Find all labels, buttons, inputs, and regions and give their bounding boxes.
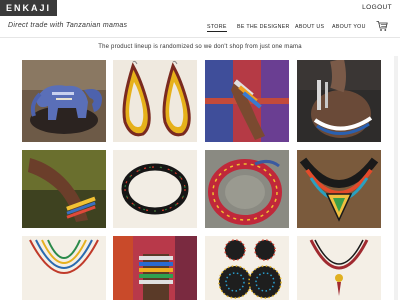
logout-link[interactable]: LOGOUT xyxy=(362,4,392,11)
product-image xyxy=(22,236,106,300)
product-image xyxy=(205,60,289,142)
product-image xyxy=(297,150,381,228)
nav-store[interactable]: STORE xyxy=(207,24,227,32)
product-tile-multicolor-necklace[interactable] xyxy=(297,150,381,228)
product-tile-teardrop-earrings[interactable] xyxy=(113,60,197,142)
nav-about-you[interactable]: ABOUT YOU xyxy=(332,24,366,30)
nav-be-the-designer[interactable]: BE THE DESIGNER xyxy=(237,24,290,30)
main-nav: STORE BE THE DESIGNER ABOUT US ABOUT YOU xyxy=(0,24,400,34)
product-tile-beaded-arm-bangles[interactable] xyxy=(205,60,289,142)
header-divider xyxy=(0,37,400,38)
product-tile-strand-necklace[interactable] xyxy=(22,236,106,300)
product-image xyxy=(205,150,289,228)
nav-about-us[interactable]: ABOUT US xyxy=(295,24,324,30)
brand-logo[interactable]: ENKAJI xyxy=(0,0,57,16)
product-tile-beaded-elephant[interactable] xyxy=(22,60,106,142)
product-image xyxy=(297,236,381,300)
lineup-notice: The product lineup is randomized so we d… xyxy=(98,44,302,50)
cart-icon[interactable] xyxy=(376,20,388,32)
product-image xyxy=(205,236,289,300)
product-image xyxy=(22,150,106,228)
product-tile-wrist-bracelet[interactable] xyxy=(22,150,106,228)
product-image xyxy=(113,150,197,228)
product-tile-disc-earrings[interactable] xyxy=(205,236,289,300)
product-tile-beaded-neck-collar[interactable] xyxy=(297,60,381,142)
product-image xyxy=(297,60,381,142)
page-scrollbar[interactable] xyxy=(394,56,398,300)
product-tile-stacked-bangles[interactable] xyxy=(113,236,197,300)
product-image xyxy=(22,60,106,142)
top-bar: ENKAJI LOGOUT xyxy=(0,0,400,16)
product-image xyxy=(113,236,197,300)
product-tile-black-bead-bracelet[interactable] xyxy=(113,150,197,228)
product-tile-red-bead-bangle[interactable] xyxy=(205,150,289,228)
product-image xyxy=(113,60,197,142)
product-tile-pendant-necklace[interactable] xyxy=(297,236,381,300)
